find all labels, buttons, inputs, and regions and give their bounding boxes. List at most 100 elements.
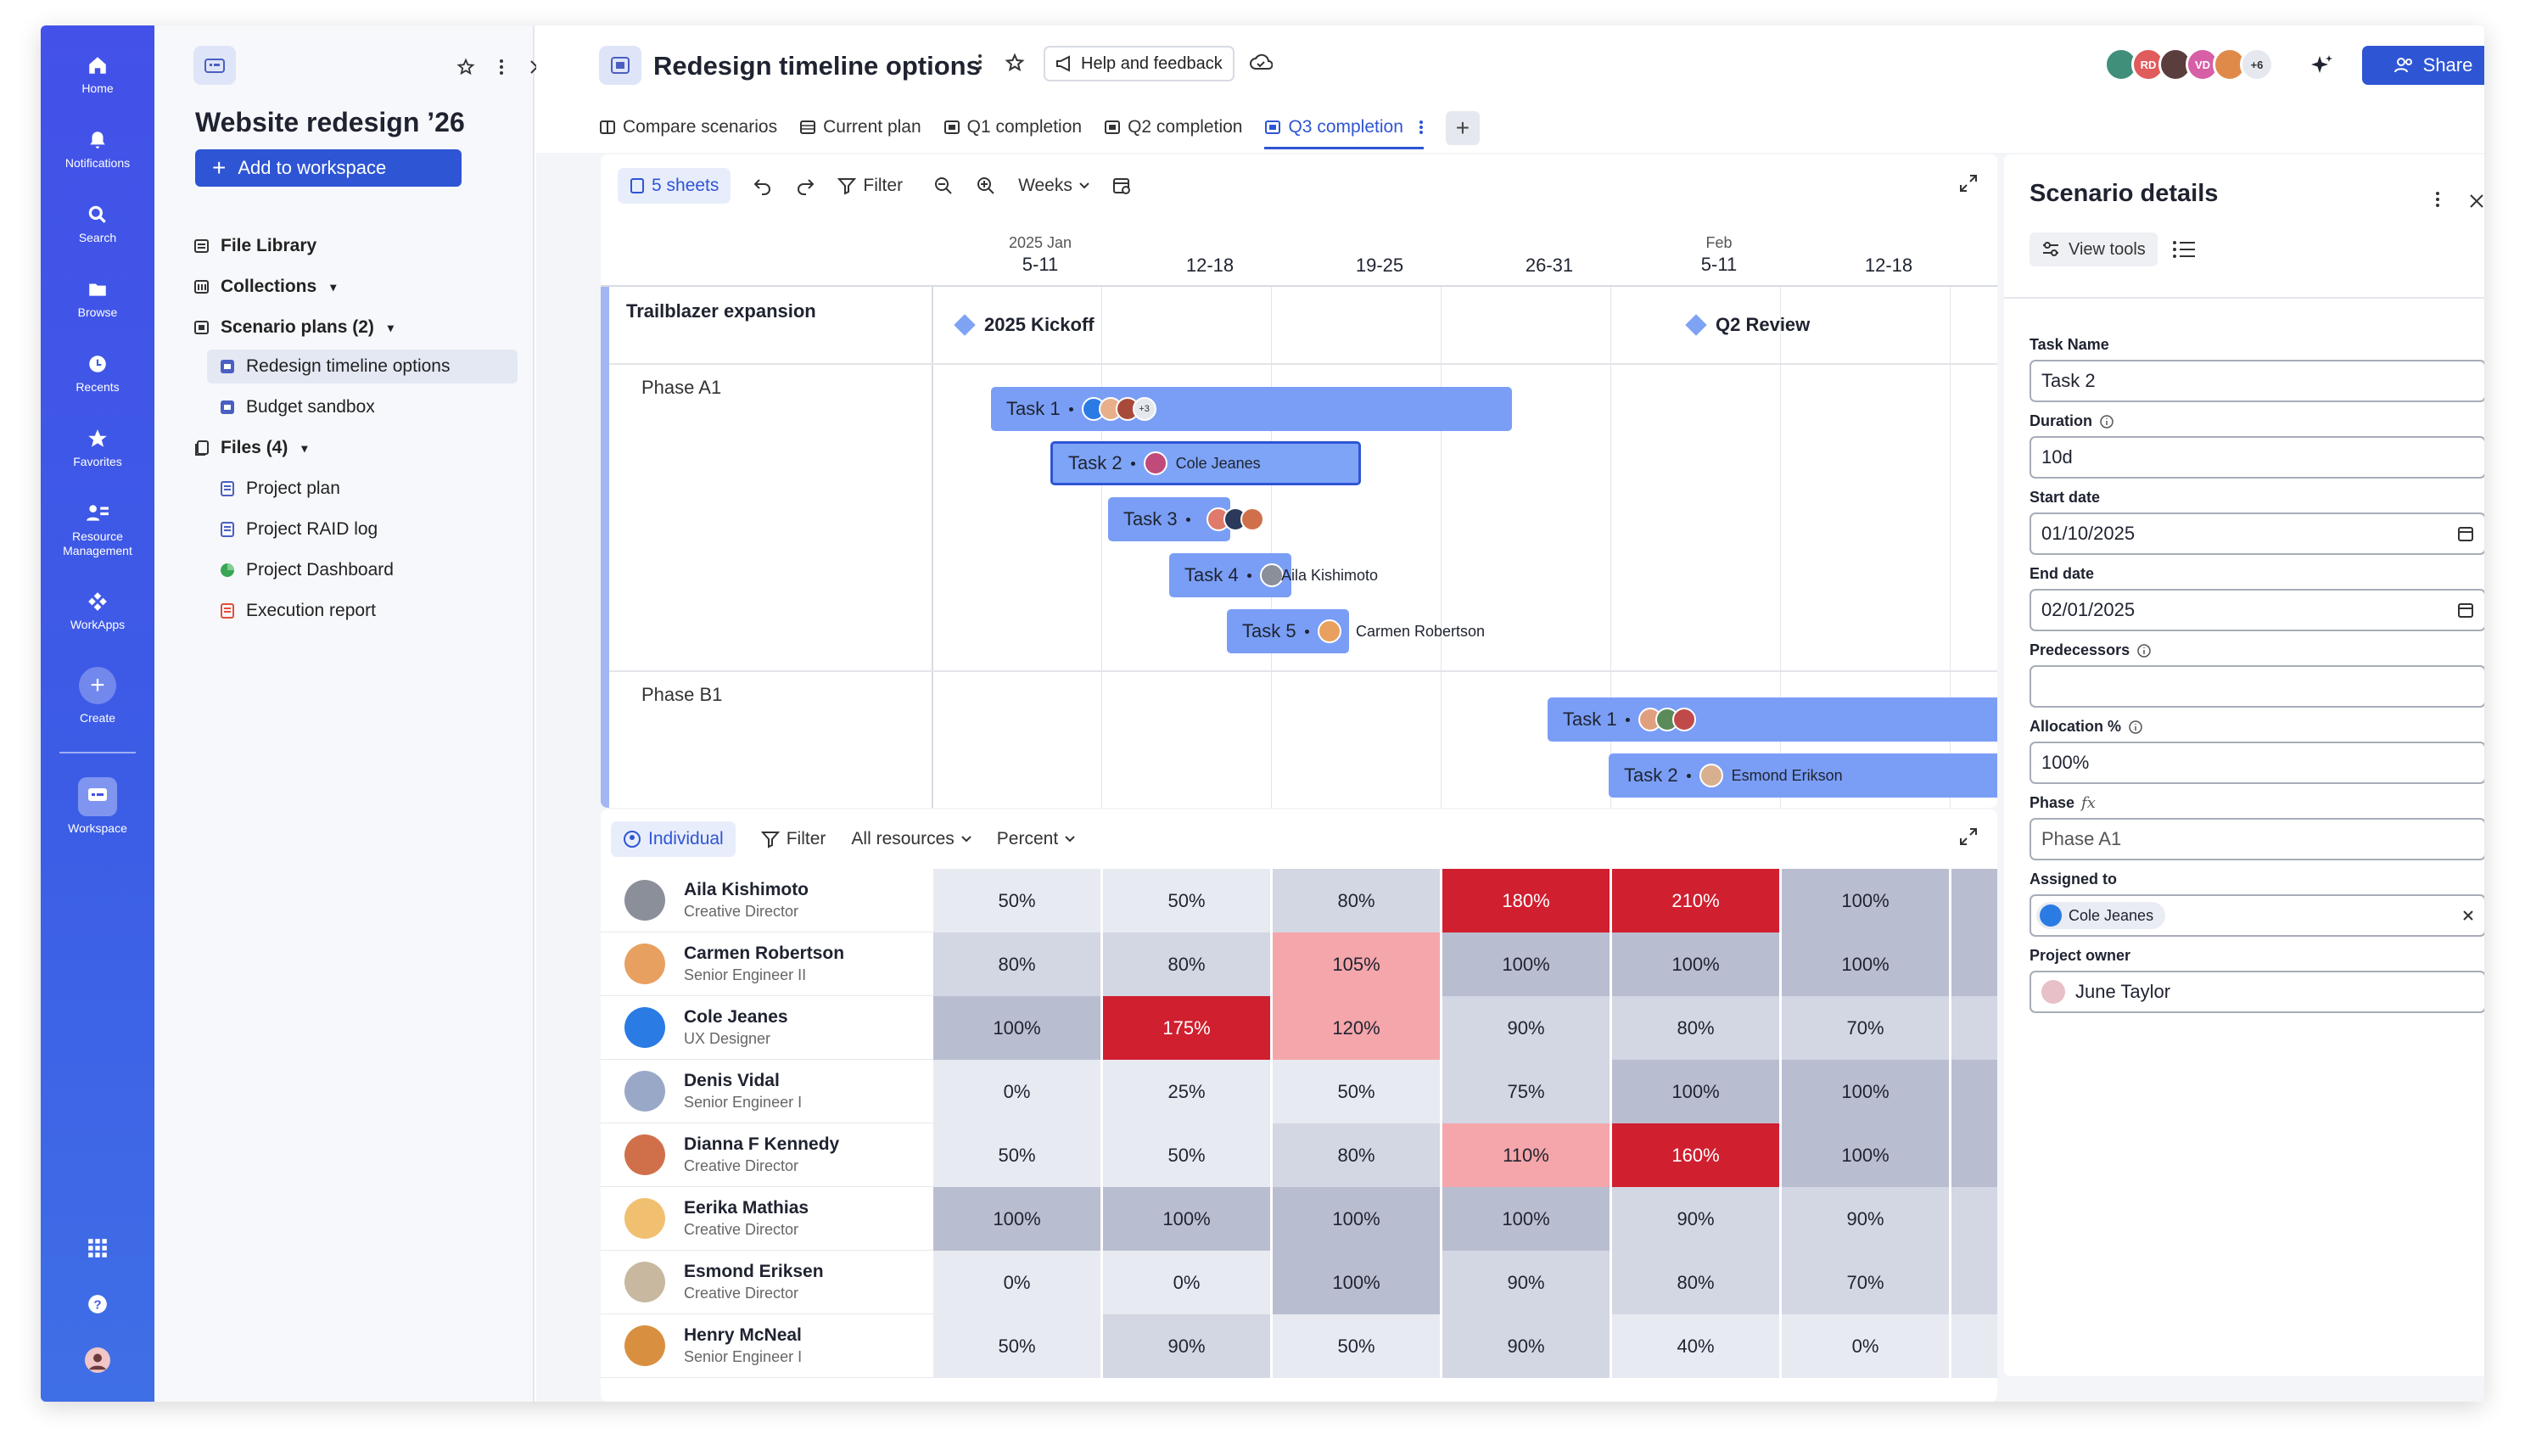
- rail-workapps[interactable]: WorkApps: [41, 591, 154, 632]
- task-bar[interactable]: Task 4 Aila Kishimoto: [1169, 553, 1378, 597]
- allocation-cell[interactable]: 100%: [1782, 1060, 1951, 1123]
- allocation-cell[interactable]: 100%: [933, 996, 1102, 1060]
- tab-current-plan[interactable]: Current plan: [799, 107, 921, 149]
- start-date-field[interactable]: 01/10/2025: [2030, 512, 2484, 555]
- ai-sparkle-icon[interactable]: [2309, 53, 2335, 83]
- allocation-cell[interactable]: 120%: [1273, 996, 1442, 1060]
- allocation-cell[interactable]: 50%: [933, 1314, 1102, 1378]
- resource-person[interactable]: Denis Vidal Senior Engineer I: [601, 1060, 933, 1123]
- allocation-cell[interactable]: 100%: [1442, 1187, 1611, 1251]
- task-bar[interactable]: Task 3: [1108, 497, 1264, 541]
- calendar-settings-icon[interactable]: [1111, 176, 1132, 196]
- timescale-dropdown[interactable]: Weeks: [1018, 176, 1089, 196]
- unit-dropdown[interactable]: Percent: [997, 829, 1075, 849]
- filter-button[interactable]: Filter: [837, 176, 903, 196]
- allocation-cell[interactable]: 0%: [933, 1251, 1102, 1314]
- assignee-chip[interactable]: Cole Jeanes: [2036, 902, 2166, 929]
- rail-resource-management[interactable]: Resource Management: [41, 502, 154, 558]
- resource-person[interactable]: Eerika Mathias Creative Director: [601, 1187, 933, 1251]
- allocation-cell[interactable]: 80%: [1103, 932, 1272, 996]
- rail-workspace[interactable]: Workspace: [41, 777, 154, 836]
- tree-project-dashboard[interactable]: Project Dashboard: [219, 553, 394, 587]
- tree-execution-report[interactable]: Execution report: [219, 594, 376, 628]
- chevron-down-icon[interactable]: ▾: [388, 321, 394, 335]
- chevron-down-icon[interactable]: ▾: [301, 441, 307, 456]
- allocation-cell[interactable]: 80%: [1612, 1251, 1781, 1314]
- calendar-icon[interactable]: [2457, 602, 2474, 619]
- allocation-cell[interactable]: 75%: [1442, 1060, 1611, 1123]
- tree-collections[interactable]: Collections ▾: [193, 270, 336, 304]
- clear-icon[interactable]: [2462, 910, 2474, 921]
- allocation-cell[interactable]: 210%: [1612, 869, 1781, 932]
- allocation-cell[interactable]: 100%: [933, 1187, 1102, 1251]
- tab-q1-completion[interactable]: Q1 completion: [943, 107, 1082, 149]
- allocation-cell[interactable]: 50%: [1273, 1060, 1442, 1123]
- phase-field[interactable]: Phase A1: [2030, 818, 2484, 860]
- allocation-cell[interactable]: 90%: [1782, 1187, 1951, 1251]
- more-vertical-icon[interactable]: [1419, 119, 1424, 136]
- resources-dropdown[interactable]: All resources: [851, 829, 971, 849]
- task-bar-selected[interactable]: Task 2 Cole Jeanes: [1050, 441, 1361, 485]
- task-bar[interactable]: Task 1: [1548, 697, 1997, 742]
- tree-project-plan[interactable]: Project plan: [219, 472, 340, 506]
- resource-person[interactable]: Carmen Robertson Senior Engineer II: [601, 932, 933, 996]
- rail-favorites[interactable]: Favorites: [41, 428, 154, 469]
- allocation-cell[interactable]: 175%: [1103, 996, 1272, 1060]
- resource-person[interactable]: Cole Jeanes UX Designer: [601, 996, 933, 1060]
- task-bar[interactable]: Task 1 +3: [991, 387, 1512, 431]
- tab-q2-completion[interactable]: Q2 completion: [1104, 107, 1242, 149]
- duration-field[interactable]: 10d: [2030, 436, 2484, 479]
- allocation-cell[interactable]: 40%: [1612, 1314, 1781, 1378]
- rail-search[interactable]: Search: [41, 204, 154, 245]
- undo-icon[interactable]: [753, 176, 773, 195]
- allocation-cell[interactable]: 50%: [933, 869, 1102, 932]
- rail-recents[interactable]: Recents: [41, 353, 154, 395]
- tab-compare-scenarios[interactable]: Compare scenarios: [599, 107, 777, 149]
- tree-project-raid-log[interactable]: Project RAID log: [219, 512, 378, 546]
- rail-create[interactable]: + Create: [41, 667, 154, 725]
- allocation-cell[interactable]: 80%: [933, 932, 1102, 996]
- allocation-cell[interactable]: 90%: [1442, 1251, 1611, 1314]
- allocation-cell[interactable]: 80%: [1612, 996, 1781, 1060]
- allocation-cell[interactable]: 100%: [1782, 869, 1951, 932]
- view-tools-button[interactable]: View tools: [2030, 232, 2158, 266]
- chevron-down-icon[interactable]: ▾: [330, 280, 336, 294]
- add-to-workspace-button[interactable]: + Add to workspace: [195, 149, 462, 187]
- end-date-field[interactable]: 02/01/2025: [2030, 589, 2484, 631]
- favorite-star-icon[interactable]: [453, 54, 479, 80]
- allocation-cell[interactable]: 50%: [1103, 869, 1272, 932]
- project-owner-field[interactable]: June Taylor: [2030, 971, 2484, 1013]
- sheets-button[interactable]: 5 sheets: [618, 168, 731, 204]
- rail-notifications[interactable]: Notifications: [41, 129, 154, 171]
- resource-person[interactable]: Aila Kishimoto Creative Director: [601, 869, 933, 932]
- favorite-star-icon[interactable]: [1005, 53, 1025, 78]
- tree-redesign-timeline-options[interactable]: Redesign timeline options: [207, 350, 518, 384]
- list-view-icon[interactable]: [2172, 239, 2196, 265]
- allocation-cell[interactable]: 100%: [1273, 1187, 1442, 1251]
- allocation-cell[interactable]: 50%: [933, 1123, 1102, 1187]
- more-vertical-icon[interactable]: [2435, 190, 2440, 214]
- tab-q3-completion[interactable]: Q3 completion: [1264, 107, 1424, 149]
- allocation-cell[interactable]: 50%: [1103, 1123, 1272, 1187]
- allocation-cell[interactable]: 110%: [1442, 1123, 1611, 1187]
- allocation-cell[interactable]: 100%: [1782, 932, 1951, 996]
- allocation-cell[interactable]: 0%: [1103, 1251, 1272, 1314]
- allocation-cell[interactable]: 90%: [1442, 1314, 1611, 1378]
- tree-files[interactable]: Files (4) ▾: [193, 431, 307, 465]
- allocation-cell[interactable]: 100%: [1782, 1123, 1951, 1187]
- cloud-sync-icon[interactable]: [1249, 53, 1274, 76]
- allocation-field[interactable]: 100%: [2030, 742, 2484, 784]
- add-tab-button[interactable]: +: [1445, 111, 1480, 145]
- allocation-cell[interactable]: 100%: [1103, 1187, 1272, 1251]
- filter-button[interactable]: Filter: [760, 829, 826, 849]
- task-name-field[interactable]: Task 2: [2030, 360, 2484, 402]
- redo-icon[interactable]: [795, 176, 815, 195]
- task-bar[interactable]: Task 5 Carmen Robertson: [1227, 609, 1485, 653]
- allocation-cell[interactable]: 70%: [1782, 996, 1951, 1060]
- allocation-cell[interactable]: 0%: [933, 1060, 1102, 1123]
- milestone[interactable]: 2025 Kickoff: [954, 314, 1095, 336]
- share-button[interactable]: Share: [2362, 46, 2484, 85]
- help-button[interactable]: ?: [41, 1293, 154, 1320]
- allocation-cell[interactable]: 70%: [1782, 1251, 1951, 1314]
- task-bar[interactable]: Task 2 Esmond Erikson: [1609, 753, 1997, 798]
